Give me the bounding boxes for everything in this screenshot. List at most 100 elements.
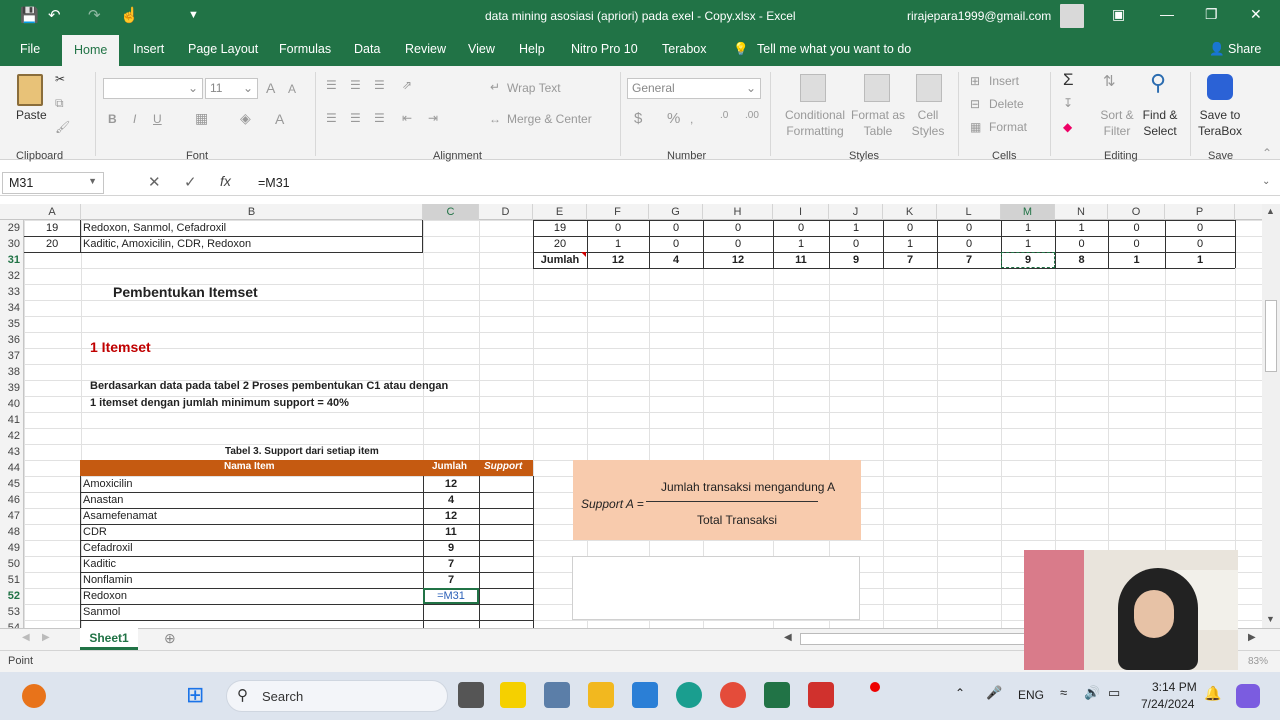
increase-font-icon[interactable]: A: [266, 80, 275, 96]
increase-decimal-icon[interactable]: .0: [720, 110, 728, 121]
microphone-icon[interactable]: 🎤: [986, 685, 1002, 701]
format-painter-icon[interactable]: 🖌: [55, 120, 70, 134]
undo-icon[interactable]: ↶: [48, 6, 61, 24]
column-header-b[interactable]: B: [81, 204, 423, 220]
number-format-combo[interactable]: General ⌄: [627, 78, 761, 99]
row-header[interactable]: 53: [0, 606, 22, 618]
row-header[interactable]: 40: [0, 398, 22, 410]
sticky-notes-icon[interactable]: [500, 682, 526, 708]
row-header[interactable]: 52: [0, 590, 22, 602]
excel-icon[interactable]: [764, 682, 790, 708]
format-cells-button[interactable]: Format: [989, 120, 1027, 134]
column-header-c[interactable]: C: [423, 204, 479, 220]
copilot-icon[interactable]: [1236, 684, 1260, 708]
conditional-formatting-button[interactable]: Conditional Formatting: [783, 107, 847, 139]
row-header[interactable]: 46: [0, 494, 22, 506]
row-header[interactable]: 38: [0, 366, 22, 378]
ribbon-display-icon[interactable]: ▣: [1112, 6, 1125, 23]
fill-color-icon[interactable]: ◈: [240, 110, 251, 127]
row-header[interactable]: 29: [0, 222, 22, 234]
row-header[interactable]: 32: [0, 270, 22, 282]
scroll-thumb[interactable]: [1265, 300, 1277, 372]
redo-icon[interactable]: ↷: [88, 6, 101, 24]
italic-button[interactable]: I: [133, 112, 136, 126]
tab-page-layout[interactable]: Page Layout: [188, 42, 258, 56]
column-header-p[interactable]: P: [1165, 204, 1235, 220]
insert-cells-button[interactable]: Insert: [989, 74, 1019, 88]
decrease-font-icon[interactable]: A: [288, 82, 296, 96]
volume-icon[interactable]: 🔊: [1084, 685, 1100, 701]
font-name-combo[interactable]: ⌄: [103, 78, 203, 99]
edge-icon[interactable]: [676, 682, 702, 708]
column-header-i[interactable]: I: [773, 204, 829, 220]
search-box[interactable]: ⚲ Search: [226, 680, 448, 712]
sheet-tab-sheet1[interactable]: Sheet1: [80, 628, 138, 650]
row-header[interactable]: 30: [0, 238, 22, 250]
column-header-l[interactable]: L: [937, 204, 1001, 220]
percent-icon[interactable]: %: [667, 110, 680, 127]
row-header[interactable]: 31: [0, 254, 22, 266]
wrap-text-button[interactable]: Wrap Text: [507, 81, 561, 95]
cell-styles-button[interactable]: Cell Styles: [906, 107, 950, 139]
row-header[interactable]: 35: [0, 318, 22, 330]
add-sheet-icon[interactable]: ⊕: [164, 630, 176, 647]
merge-center-button[interactable]: Merge & Center: [507, 112, 592, 126]
format-as-table-button[interactable]: Format as Table: [849, 107, 907, 139]
column-header-o[interactable]: O: [1108, 204, 1165, 220]
name-box[interactable]: M31 ▼: [2, 172, 104, 194]
chrome-icon[interactable]: [720, 682, 746, 708]
next-sheet-icon[interactable]: ▶: [42, 632, 50, 643]
notification-icon[interactable]: 🔔: [1204, 685, 1221, 702]
scroll-down-icon[interactable]: ▼: [1266, 614, 1275, 624]
copy-icon[interactable]: ⧉: [55, 96, 64, 111]
orientation-icon[interactable]: ⇗: [402, 78, 412, 92]
align-left-icon[interactable]: ☰: [326, 111, 337, 125]
share-icon[interactable]: 👤: [1209, 42, 1225, 57]
scroll-up-icon[interactable]: ▲: [1266, 206, 1275, 216]
scroll-right-icon[interactable]: ▶: [1248, 632, 1256, 643]
tab-insert[interactable]: Insert: [133, 42, 164, 56]
wifi-icon[interactable]: ≈: [1060, 685, 1067, 700]
scroll-left-icon[interactable]: ◀: [784, 632, 792, 643]
autosum-icon[interactable]: Σ: [1063, 70, 1074, 90]
row-header[interactable]: 34: [0, 302, 22, 314]
clear-icon[interactable]: ◆: [1063, 120, 1072, 134]
fill-icon[interactable]: ↧: [1063, 96, 1073, 110]
bold-button[interactable]: B: [108, 112, 117, 126]
start-icon[interactable]: ⊞: [186, 682, 204, 708]
align-center-icon[interactable]: ☰: [350, 111, 361, 125]
column-header-g[interactable]: G: [649, 204, 703, 220]
weather-icon[interactable]: [22, 684, 46, 708]
cancel-icon[interactable]: ✕: [148, 173, 161, 191]
comma-icon[interactable]: ,: [690, 112, 693, 126]
row-header[interactable]: 49: [0, 542, 22, 554]
horizontal-scroll-thumb[interactable]: [800, 633, 1030, 645]
vertical-scrollbar[interactable]: ▲ ▼: [1262, 204, 1280, 628]
enter-icon[interactable]: ✓: [184, 173, 197, 191]
tab-nitro[interactable]: Nitro Pro 10: [571, 42, 638, 56]
save-terabox-button[interactable]: Save to TeraBox: [1197, 107, 1243, 139]
tab-view[interactable]: View: [468, 42, 495, 56]
column-header-m[interactable]: M: [1001, 204, 1055, 220]
tell-me-input[interactable]: Tell me what you want to do: [757, 42, 911, 56]
save-icon[interactable]: 💾: [20, 6, 39, 24]
battery-icon[interactable]: ▭: [1108, 685, 1120, 701]
row-header[interactable]: 44: [0, 462, 22, 474]
sort-filter-button[interactable]: Sort & Filter: [1096, 107, 1138, 139]
file-explorer-icon[interactable]: [588, 682, 614, 708]
user-email[interactable]: rirajepara1999@gmail.com: [907, 9, 1051, 23]
insert-function-icon[interactable]: fx: [220, 173, 231, 189]
find-select-button[interactable]: Find & Select: [1138, 107, 1182, 139]
restore-icon[interactable]: ❐: [1205, 6, 1218, 23]
customize-toolbar-icon[interactable]: ▼: [188, 9, 199, 21]
row-header[interactable]: 33: [0, 286, 22, 298]
increase-indent-icon[interactable]: ⇥: [428, 111, 438, 125]
align-middle-icon[interactable]: ☰: [350, 78, 361, 92]
collapse-ribbon-icon[interactable]: ⌃: [1262, 146, 1272, 160]
avatar[interactable]: [1060, 4, 1084, 28]
borders-icon[interactable]: ▦: [195, 110, 208, 127]
currency-icon[interactable]: $: [634, 110, 642, 127]
decrease-indent-icon[interactable]: ⇤: [402, 111, 412, 125]
align-right-icon[interactable]: ☰: [374, 111, 385, 125]
column-header-f[interactable]: F: [587, 204, 649, 220]
